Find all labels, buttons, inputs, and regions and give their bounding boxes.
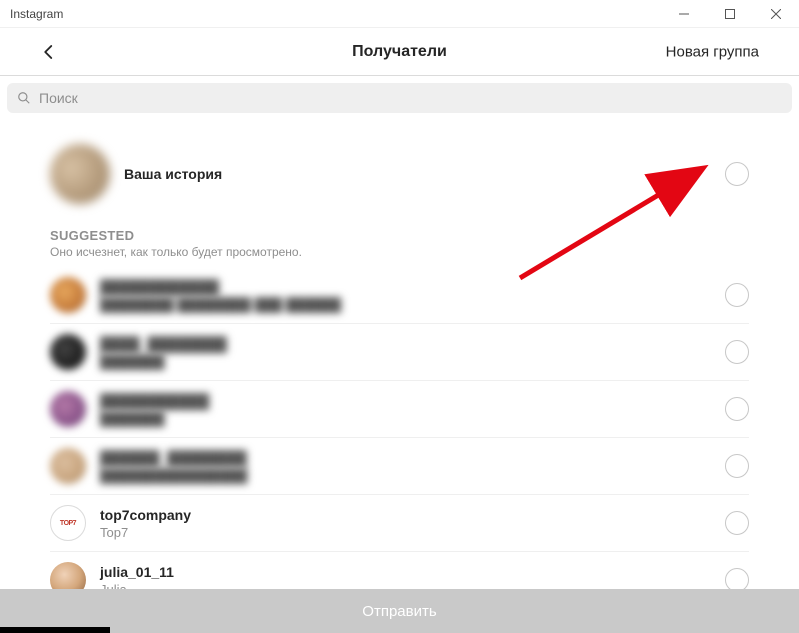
- avatar: [50, 144, 110, 204]
- user-sub: ████████ ████████ ███ ██████: [100, 297, 341, 312]
- your-story-label: Ваша история: [124, 166, 222, 182]
- user-sub: ████████████████: [100, 468, 247, 483]
- list-item[interactable]: TOP7 top7company Top7: [50, 495, 749, 552]
- window-controls: [661, 0, 799, 27]
- select-radio[interactable]: [725, 162, 749, 186]
- user-name: ████████████: [100, 279, 341, 295]
- page-header: Получатели Новая группа: [0, 28, 799, 76]
- list-item-text: ████████████ ████████ ████████ ███ ██████: [100, 279, 341, 312]
- user-name: top7company: [100, 507, 191, 523]
- suggested-list: ████████████ ████████ ████████ ███ ██████…: [50, 267, 749, 609]
- list-item-text: ██████_████████ ████████████████: [100, 450, 247, 483]
- select-radio[interactable]: [725, 397, 749, 421]
- list-item[interactable]: ██████████████████: [50, 381, 749, 438]
- avatar: [50, 448, 86, 484]
- user-name: ████_████████: [100, 336, 227, 352]
- list-item[interactable]: ██████_████████ ████████████████: [50, 438, 749, 495]
- user-sub: ███████: [100, 354, 227, 369]
- list-item[interactable]: ████_████████ ███████: [50, 324, 749, 381]
- send-label: Отправить: [362, 603, 436, 620]
- select-radio[interactable]: [725, 511, 749, 535]
- avatar: [50, 391, 86, 427]
- user-name: julia_01_11: [100, 564, 174, 580]
- your-story-row[interactable]: Ваша история: [50, 120, 749, 224]
- close-button[interactable]: [753, 0, 799, 27]
- user-name: ███████████: [100, 393, 209, 409]
- select-radio[interactable]: [725, 283, 749, 307]
- list-item-text: ████_████████ ███████: [100, 336, 227, 369]
- select-radio[interactable]: [725, 454, 749, 478]
- maximize-button[interactable]: [707, 0, 753, 27]
- suggested-title: SUGGESTED: [50, 228, 749, 243]
- list-item-text: ██████████████████: [100, 393, 209, 426]
- minimize-button[interactable]: [661, 0, 707, 27]
- window-titlebar: Instagram: [0, 0, 799, 28]
- avatar: [50, 334, 86, 370]
- page-title: Получатели: [352, 43, 447, 61]
- suggested-header: SUGGESTED Оно исчезнет, как только будет…: [50, 228, 749, 259]
- select-radio[interactable]: [725, 340, 749, 364]
- back-button[interactable]: [40, 43, 58, 61]
- user-name: ██████_████████: [100, 450, 247, 466]
- send-button[interactable]: Отправить: [0, 589, 799, 633]
- search-container: [0, 76, 799, 120]
- search-input[interactable]: [39, 90, 782, 106]
- search-icon: [17, 91, 31, 105]
- suggested-subtitle: Оно исчезнет, как только будет просмотре…: [50, 245, 749, 259]
- user-sub: Top7: [100, 525, 191, 540]
- avatar: [50, 277, 86, 313]
- window-title: Instagram: [10, 7, 63, 21]
- user-sub: ███████: [100, 411, 209, 426]
- search-box[interactable]: [7, 83, 792, 113]
- avatar: TOP7: [50, 505, 86, 541]
- new-group-link[interactable]: Новая группа: [666, 43, 759, 60]
- list-item-text: top7company Top7: [100, 507, 191, 540]
- list-item[interactable]: ████████████ ████████ ████████ ███ ██████: [50, 267, 749, 324]
